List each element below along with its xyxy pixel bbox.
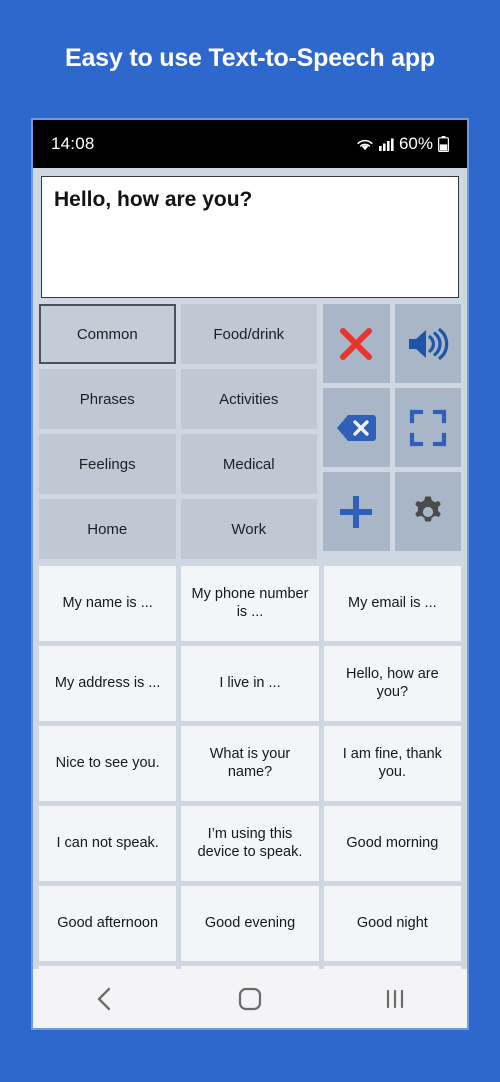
- phrase-tile[interactable]: Nice to see you.: [39, 726, 177, 801]
- backspace-icon: [337, 414, 377, 441]
- category-button-food-drink[interactable]: Food/drink: [180, 304, 317, 364]
- phone-frame: 14:08 60% Hello, how are you? Common Foo…: [31, 118, 469, 1030]
- backspace-button[interactable]: [323, 388, 390, 467]
- close-x-icon: [340, 327, 373, 360]
- plus-icon: [340, 495, 373, 528]
- phrase-tile[interactable]: My phone number is ...: [181, 566, 319, 641]
- status-time: 14:08: [51, 134, 95, 153]
- fullscreen-button[interactable]: [394, 388, 461, 467]
- phrase-tile[interactable]: Good evening: [181, 886, 319, 961]
- nav-back-button[interactable]: [60, 974, 150, 1024]
- phrase-tile[interactable]: My email is ...: [323, 566, 461, 641]
- speech-text-input[interactable]: Hello, how are you?: [41, 176, 459, 298]
- nav-home-button[interactable]: [205, 974, 295, 1024]
- category-grid: Common Food/drink Phrases Activities Fee…: [39, 304, 317, 559]
- gear-icon: [414, 496, 441, 521]
- phrase-tile[interactable]: I’m using this device to speak.: [181, 806, 319, 881]
- phrase-tile[interactable]: Good afternoon: [39, 886, 177, 961]
- status-indicators: 60%: [356, 134, 449, 154]
- action-grid: [323, 304, 461, 559]
- add-button[interactable]: [323, 472, 390, 551]
- phrase-tile[interactable]: Good morning: [323, 806, 461, 881]
- phrase-tile[interactable]: Hello, how are you?: [323, 646, 461, 721]
- recents-icon: [386, 989, 403, 1008]
- phrase-tile[interactable]: I can not speak.: [39, 806, 177, 881]
- android-nav-bar: [33, 969, 467, 1028]
- category-button-feelings[interactable]: Feelings: [39, 434, 176, 494]
- fullscreen-icon: [409, 409, 446, 446]
- speak-button[interactable]: [394, 304, 461, 383]
- settings-button[interactable]: [394, 472, 461, 551]
- category-button-activities[interactable]: Activities: [180, 369, 317, 429]
- phrase-tile[interactable]: My name is ...: [39, 566, 177, 641]
- speaker-icon: [408, 327, 449, 360]
- category-button-phrases[interactable]: Phrases: [39, 369, 176, 429]
- nav-recents-button[interactable]: [350, 974, 440, 1024]
- page-title: Easy to use Text-to-Speech app: [64, 44, 435, 72]
- status-bar: 14:08 60%: [33, 120, 467, 168]
- phrase-tile[interactable]: My address is ...: [39, 646, 177, 721]
- home-icon: [238, 987, 262, 1010]
- category-button-home[interactable]: Home: [39, 499, 176, 559]
- wifi-icon: [357, 139, 373, 150]
- phrase-tile[interactable]: I am fine, thank you.: [323, 726, 461, 801]
- category-button-medical[interactable]: Medical: [180, 434, 317, 494]
- signal-bars-icon: [378, 138, 394, 151]
- phrase-tile[interactable]: What is your name?: [181, 726, 319, 801]
- category-button-common[interactable]: Common: [39, 304, 176, 364]
- clear-button[interactable]: [323, 304, 390, 383]
- phrase-tile[interactable]: Good night: [323, 886, 461, 961]
- category-button-work[interactable]: Work: [180, 499, 317, 559]
- back-icon: [98, 987, 111, 1010]
- phrase-tile[interactable]: I live in ...: [181, 646, 319, 721]
- text-input-container: Hello, how are you?: [33, 168, 467, 298]
- promo-screenshot: Easy to use Text-to-Speech app 14:08 60%: [0, 0, 500, 1082]
- controls-row: Common Food/drink Phrases Activities Fee…: [33, 298, 467, 559]
- battery-percent: 60%: [398, 134, 433, 153]
- phrase-grid: My name is ... My phone number is ... My…: [33, 566, 467, 1028]
- battery-icon: [438, 136, 449, 152]
